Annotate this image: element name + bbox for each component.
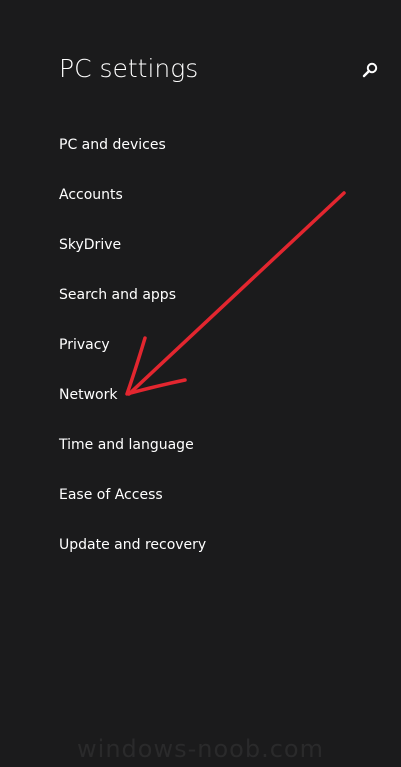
nav-item-pc-and-devices[interactable]: PC and devices (59, 130, 206, 180)
settings-nav: PC and devices Accounts SkyDrive Search … (59, 130, 206, 580)
pc-settings-pane: PC settings PC and devices Accounts SkyD… (0, 0, 401, 767)
nav-item-network[interactable]: Network (59, 380, 206, 430)
nav-item-skydrive[interactable]: SkyDrive (59, 230, 206, 280)
nav-item-search-and-apps[interactable]: Search and apps (59, 280, 206, 330)
watermark: windows-noob.com (77, 735, 324, 763)
search-icon (362, 62, 378, 78)
nav-item-ease-of-access[interactable]: Ease of Access (59, 480, 206, 530)
nav-item-update-and-recovery[interactable]: Update and recovery (59, 530, 206, 580)
nav-item-time-and-language[interactable]: Time and language (59, 430, 206, 480)
page-title: PC settings (59, 54, 199, 83)
nav-item-accounts[interactable]: Accounts (59, 180, 206, 230)
search-button[interactable] (360, 60, 380, 80)
nav-item-privacy[interactable]: Privacy (59, 330, 206, 380)
